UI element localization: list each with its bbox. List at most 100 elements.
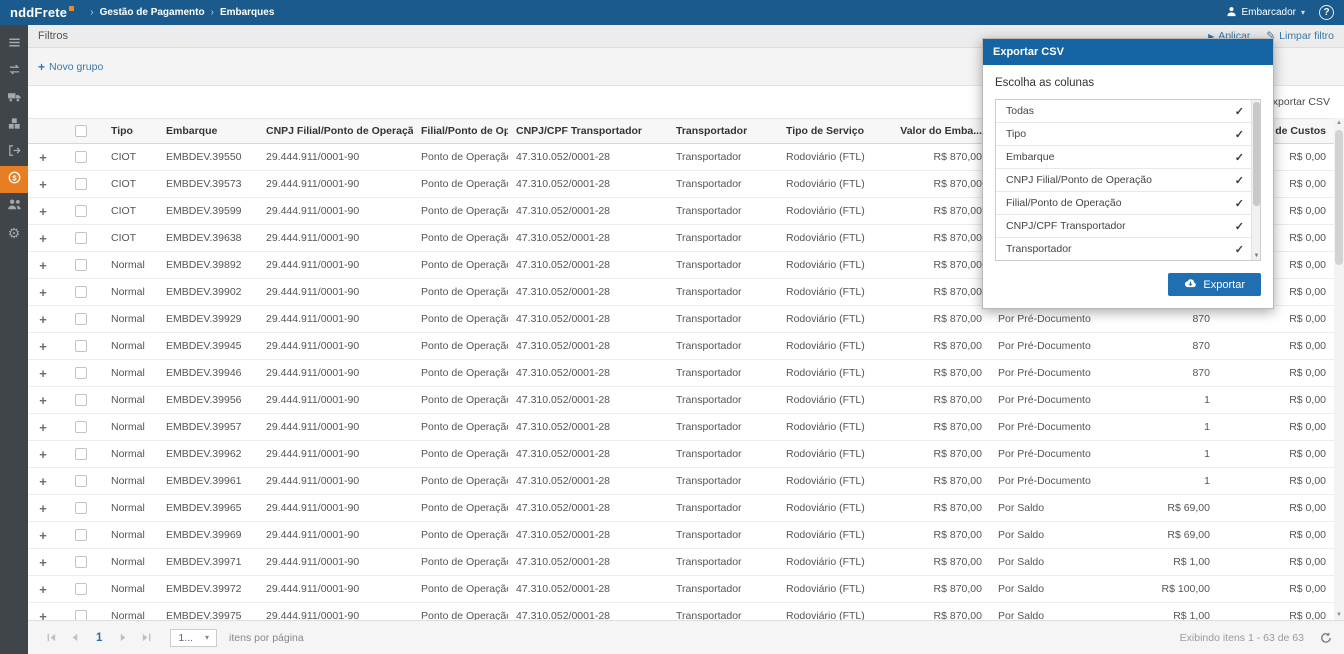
row-checkbox[interactable]	[75, 259, 87, 271]
row-checkbox[interactable]	[75, 583, 87, 595]
table-row[interactable]: +NormalEMBDEV.3996129.444.911/0001-90Pon…	[28, 468, 1334, 495]
row-checkbox[interactable]	[75, 178, 87, 190]
row-checkbox[interactable]	[75, 556, 87, 568]
row-checkbox[interactable]	[75, 340, 87, 352]
row-checkbox[interactable]	[75, 232, 87, 244]
options-scrollbar-thumb[interactable]	[1253, 102, 1260, 206]
column-option[interactable]: Transportador✓	[996, 238, 1260, 261]
help-button[interactable]: ?	[1319, 5, 1334, 20]
expand-row-button[interactable]: +	[28, 414, 58, 440]
sidebar-item-menu[interactable]	[0, 31, 28, 58]
first-page-button[interactable]	[46, 632, 57, 643]
row-checkbox-cell	[58, 603, 103, 620]
expand-row-button[interactable]: +	[28, 279, 58, 305]
cell-valor-embarque: R$ 870,00	[925, 333, 990, 359]
export-button[interactable]: Exportar	[1168, 273, 1261, 296]
column-option[interactable]: Embarque✓	[996, 146, 1260, 169]
expand-row-button[interactable]: +	[28, 171, 58, 197]
table-row[interactable]: +NormalEMBDEV.3994629.444.911/0001-90Pon…	[28, 360, 1334, 387]
cell-tipo: Normal	[103, 414, 158, 440]
row-checkbox[interactable]	[75, 151, 87, 163]
last-page-button[interactable]	[141, 632, 152, 643]
sidebar-item-payment[interactable]: $	[0, 166, 28, 193]
expand-row-button[interactable]: +	[28, 549, 58, 575]
expand-row-button[interactable]: +	[28, 603, 58, 620]
row-checkbox[interactable]	[75, 286, 87, 298]
expand-row-button[interactable]: +	[28, 252, 58, 278]
new-group-button[interactable]: + Novo grupo	[38, 60, 103, 74]
user-menu[interactable]: Embarcador ▾	[1226, 6, 1305, 20]
table-row[interactable]: +NormalEMBDEV.3996929.444.911/0001-90Pon…	[28, 522, 1334, 549]
expand-row-button[interactable]: +	[28, 468, 58, 494]
sidebar-item-exchange[interactable]	[0, 58, 28, 85]
expand-row-button[interactable]: +	[28, 387, 58, 413]
table-row[interactable]: +NormalEMBDEV.3995729.444.911/0001-90Pon…	[28, 414, 1334, 441]
scroll-down-icon[interactable]: ▼	[1334, 612, 1344, 618]
column-option[interactable]: Tipo✓	[996, 123, 1260, 146]
expand-row-button[interactable]: +	[28, 495, 58, 521]
row-checkbox[interactable]	[75, 367, 87, 379]
cell-embarque: EMBDEV.39638	[158, 225, 258, 251]
expand-row-button[interactable]: +	[28, 360, 58, 386]
table-scrollbar[interactable]: ▲ ▼	[1334, 118, 1344, 620]
column-option[interactable]: Todas✓	[996, 100, 1260, 123]
row-checkbox[interactable]	[75, 529, 87, 541]
cell-cnpj-filial-ponto-operacao: 29.444.911/0001-90	[258, 198, 413, 224]
row-checkbox[interactable]	[75, 205, 87, 217]
sidebar-item-boxes[interactable]	[0, 112, 28, 139]
row-checkbox[interactable]	[75, 610, 87, 620]
app-logo[interactable]: nddFrete	[10, 5, 74, 20]
scroll-up-icon[interactable]: ▲	[1334, 120, 1344, 126]
row-checkbox[interactable]	[75, 502, 87, 514]
sidebar-item-truck[interactable]	[0, 85, 28, 112]
row-checkbox[interactable]	[75, 421, 87, 433]
cell-filial-ponto-operacao: Ponto de Operação	[413, 603, 508, 620]
table-row[interactable]: +NormalEMBDEV.3995629.444.911/0001-90Pon…	[28, 387, 1334, 414]
scroll-down-icon[interactable]: ▼	[1252, 253, 1261, 259]
scrollbar-thumb[interactable]	[1335, 130, 1343, 265]
row-checkbox[interactable]	[75, 475, 87, 487]
table-row[interactable]: +NormalEMBDEV.3997529.444.911/0001-90Pon…	[28, 603, 1334, 620]
row-checkbox[interactable]	[75, 313, 87, 325]
table-row[interactable]: +NormalEMBDEV.3997129.444.911/0001-90Pon…	[28, 549, 1334, 576]
expand-row-button[interactable]: +	[28, 144, 58, 170]
column-option[interactable]: Filial/Ponto de Operação✓	[996, 192, 1260, 215]
breadcrumb-item[interactable]: Embarques	[220, 7, 274, 18]
expand-row-button[interactable]: +	[28, 225, 58, 251]
breadcrumb-item[interactable]: Gestão de Pagamento	[100, 7, 205, 18]
expand-row-button[interactable]: +	[28, 441, 58, 467]
table-row[interactable]: +NormalEMBDEV.3992929.444.911/0001-90Pon…	[28, 306, 1334, 333]
column-option[interactable]: CNPJ Filial/Ponto de Operação✓	[996, 169, 1260, 192]
expand-row-button[interactable]: +	[28, 576, 58, 602]
row-checkbox[interactable]	[75, 448, 87, 460]
table-row[interactable]: +NormalEMBDEV.3996229.444.911/0001-90Pon…	[28, 441, 1334, 468]
row-checkbox[interactable]	[75, 394, 87, 406]
sidebar-item-gears[interactable]: ⚙	[0, 220, 28, 247]
cell-valor-embarque: R$ 870,00	[925, 279, 990, 305]
clear-filter-button[interactable]: ✎ Limpar filtro	[1266, 30, 1334, 42]
expand-row-button[interactable]: +	[28, 306, 58, 332]
column-option[interactable]: CNPJ/CPF Transportador✓	[996, 215, 1260, 238]
page-size-select[interactable]: 1... ▾	[170, 629, 217, 647]
current-page[interactable]: 1	[96, 632, 102, 644]
table-row[interactable]: +NormalEMBDEV.3994529.444.911/0001-90Pon…	[28, 333, 1334, 360]
next-page-button[interactable]	[118, 632, 129, 643]
table-row[interactable]: +NormalEMBDEV.3997229.444.911/0001-90Pon…	[28, 576, 1334, 603]
expand-row-button[interactable]: +	[28, 522, 58, 548]
cell-transportador: Transportador	[668, 522, 778, 548]
cell-embarque: EMBDEV.39946	[158, 360, 258, 386]
table-row[interactable]: +NormalEMBDEV.3996529.444.911/0001-90Pon…	[28, 495, 1334, 522]
refresh-button[interactable]	[1320, 632, 1332, 644]
cell-cnpj-filial-ponto-operacao: 29.444.911/0001-90	[258, 306, 413, 332]
select-all-checkbox[interactable]	[75, 125, 87, 137]
sidebar-item-users[interactable]	[0, 193, 28, 220]
prev-page-button[interactable]	[69, 632, 80, 643]
expand-row-button[interactable]: +	[28, 333, 58, 359]
column-option-label: CNPJ/CPF Transportador	[1006, 220, 1126, 232]
cell-tipo-servico: Rodoviário (FTL)	[778, 252, 925, 278]
topbar-right: Embarcador ▾ ?	[1226, 5, 1334, 20]
sidebar-item-exit[interactable]	[0, 139, 28, 166]
expand-row-button[interactable]: +	[28, 198, 58, 224]
pagination-bar: 1 1... ▾ itens por página Exibindo itens…	[28, 620, 1344, 654]
options-scrollbar[interactable]: ▼	[1251, 100, 1260, 260]
